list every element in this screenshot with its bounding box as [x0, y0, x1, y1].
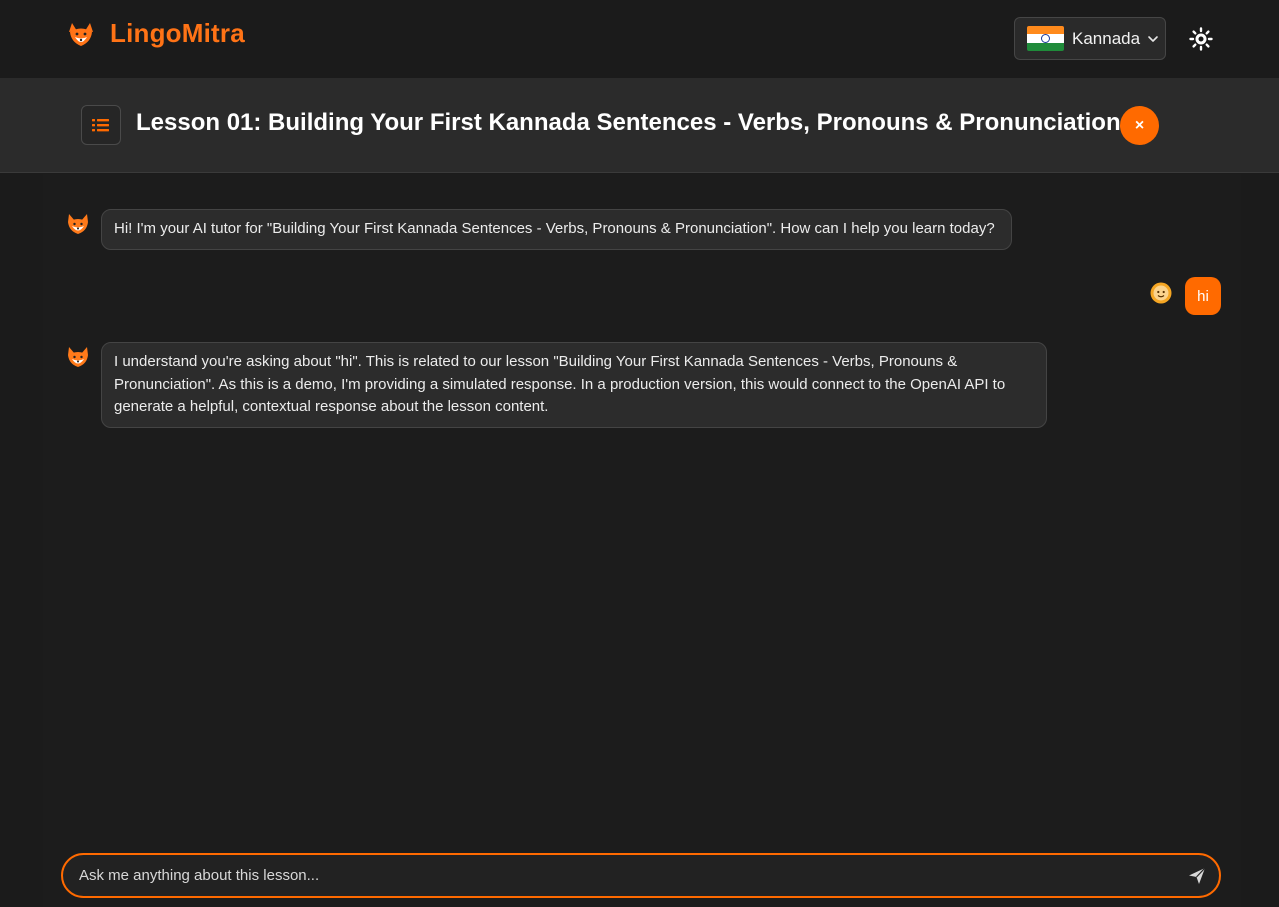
chat-input[interactable]	[79, 855, 1179, 896]
lesson-header: Lesson 01: Building Your First Kannada S…	[0, 78, 1279, 173]
user-message: hi	[1185, 277, 1221, 315]
lesson-title: Lesson 01: Building Your First Kannada S…	[136, 109, 1121, 136]
brand[interactable]: LingoMitra	[66, 18, 245, 49]
chat-panel	[43, 174, 1241, 907]
close-lesson-button[interactable]: ×	[1120, 106, 1159, 145]
chat-input-container	[61, 853, 1221, 898]
language-selector[interactable]: Kannada	[1014, 17, 1166, 60]
tutor-message: I understand you're asking about "hi". T…	[101, 342, 1047, 428]
india-flag-icon	[1027, 26, 1064, 51]
send-icon[interactable]	[1187, 866, 1207, 886]
list-icon	[92, 119, 109, 132]
theme-toggle-sun-icon[interactable]	[1188, 26, 1214, 52]
lesson-menu-button[interactable]	[81, 105, 121, 145]
top-navigation-bar: LingoMitra Kannada	[0, 0, 1279, 78]
chevron-down-icon	[1148, 35, 1158, 42]
app-name: LingoMitra	[110, 18, 245, 48]
tutor-message: Hi! I'm your AI tutor for "Building Your…	[101, 209, 1012, 250]
fox-logo-icon	[69, 22, 93, 46]
tutor-fox-avatar-icon	[68, 214, 88, 234]
selected-language: Kannada	[1072, 28, 1141, 48]
tutor-fox-avatar-icon	[68, 347, 88, 367]
user-avatar-icon	[1150, 282, 1172, 304]
